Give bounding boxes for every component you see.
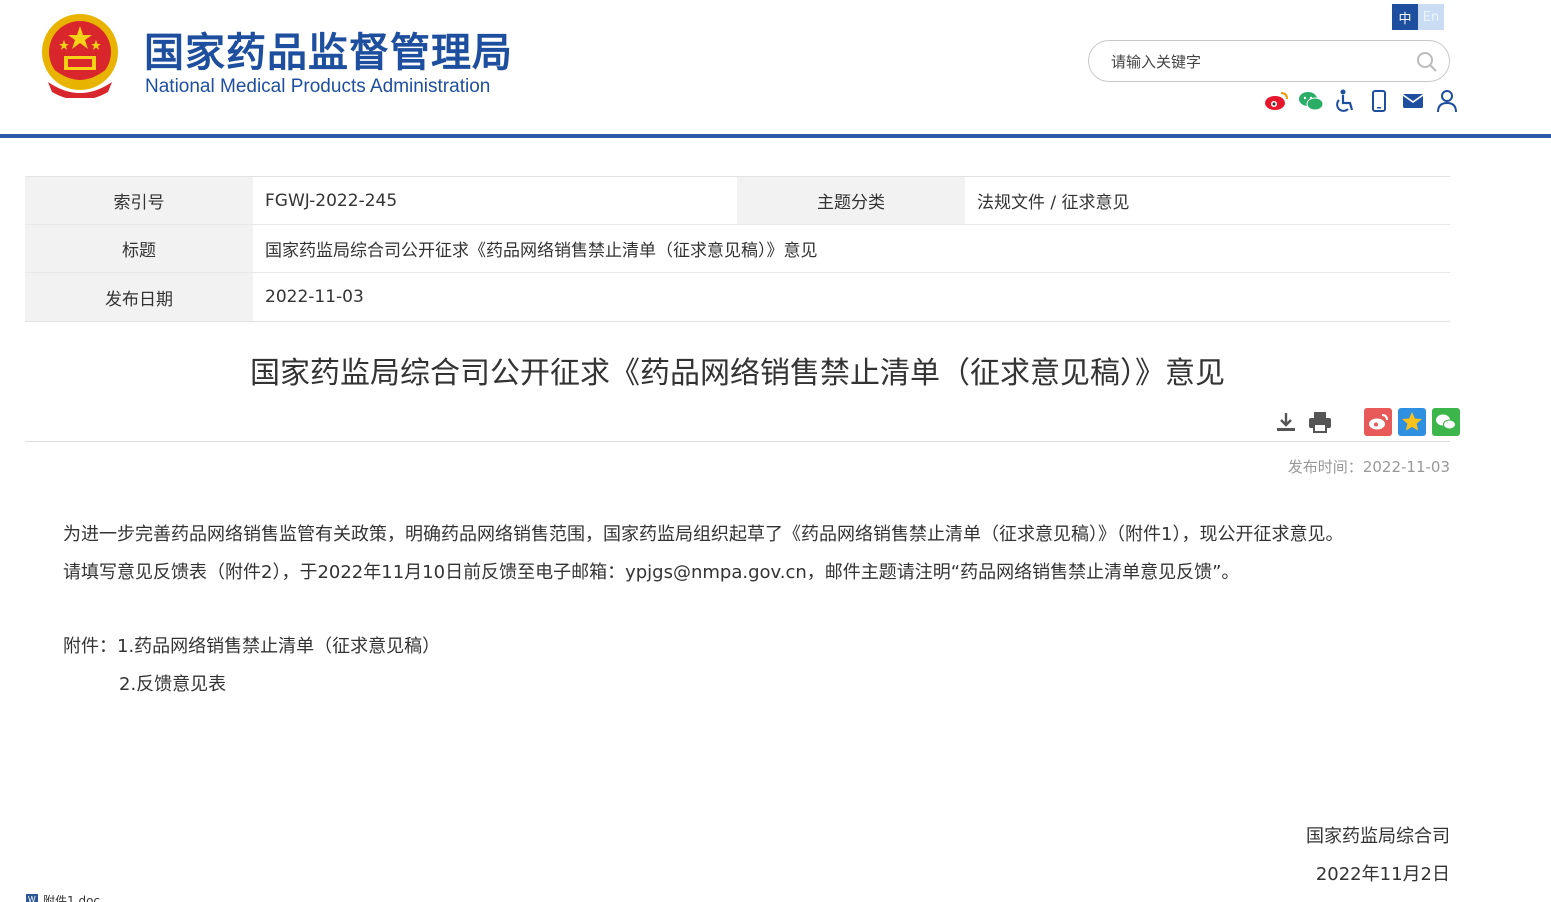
print-icon[interactable] [1306,408,1334,436]
header-divider [0,134,1551,138]
signature-org: 国家药监局综合司 [1306,826,1450,847]
publish-date-value: 2022-11-03 [265,287,364,307]
accessibility-icon[interactable] [1332,88,1358,114]
publish-time: 发布时间：2022-11-03 [1200,456,1450,477]
wechat-icon[interactable] [1298,88,1324,114]
share-favorite-icon[interactable] [1398,408,1426,436]
language-switch: 中 En [1392,4,1444,30]
index-number-value: FGWJ-2022-245 [265,190,398,211]
attachment-item-2: 2.反馈意见表 [63,666,440,704]
lang-english-button[interactable]: En [1418,4,1444,30]
site-title-chinese[interactable]: 国家药品监督管理局 [144,20,513,78]
title-divider [25,441,1450,442]
document-info-table: 索引号 FGWJ-2022-245 主题分类 法规文件 / 征求意见 标题 国家… [25,176,1450,322]
site-title-english[interactable]: National Medical Products Administration [145,76,490,98]
attachment-item-1: 附件：1.药品网络销售禁止清单（征求意见稿） [63,628,440,666]
paragraph-line-2: 请填写意见反馈表（附件2），于2022年11月10日前反馈至电子邮箱：ypjgs… [63,562,1240,583]
national-emblem-logo[interactable] [38,12,122,100]
share-wechat-icon[interactable] [1432,408,1460,436]
mail-icon[interactable] [1400,88,1426,114]
attachments-list: 附件：1.药品网络销售禁止清单（征求意见稿） 2.反馈意见表 [63,628,440,704]
paragraph-line-1: 为进一步完善药品网络销售监管有关政策，明确药品网络销售范围，国家药监局组织起草了… [63,524,1344,545]
user-icon[interactable] [1434,88,1460,114]
mobile-icon[interactable] [1366,88,1392,114]
share-toolbar [1272,408,1460,436]
title-label: 标题 [25,225,253,272]
attachment-2-text: 2.反馈意见表 [119,674,227,695]
index-number-label: 索引号 [25,177,253,224]
attachments-label: 附件： [63,636,117,657]
svg-text:W: W [28,895,36,902]
category-value: 法规文件 / 征求意见 [977,193,1130,213]
article-title: 国家药监局综合司公开征求《药品网络销售禁止清单（征求意见稿）》意见 [250,356,1225,391]
article-body: 为进一步完善药品网络销售监管有关政策，明确药品网络销售范围，国家药监局组织起草了… [63,516,1463,592]
site-header: 国家药品监督管理局 National Medical Products Admi… [0,0,1551,140]
info-row-title: 标题 国家药监局综合司公开征求《药品网络销售禁止清单（征求意见稿）》意见 [25,225,1450,273]
attachment-file-link[interactable]: W 附件1.doc [25,892,100,902]
signature-date: 2022年11月2日 [1315,864,1450,885]
publish-time-label: 发布时间： [1287,458,1363,476]
category-label: 主题分类 [737,177,965,224]
info-row-index: 索引号 FGWJ-2022-245 主题分类 法规文件 / 征求意见 [25,177,1450,225]
signature-block: 国家药监局综合司 2022年11月2日 [1150,818,1450,894]
lang-chinese-button[interactable]: 中 [1392,4,1418,30]
publish-date-label: 发布日期 [25,273,253,321]
info-row-date: 发布日期 2022-11-03 [25,273,1450,321]
download-icon[interactable] [1272,408,1300,436]
header-tool-icons [1264,88,1460,114]
search-icon[interactable] [1415,50,1439,74]
weibo-icon[interactable] [1264,88,1290,114]
title-value: 国家药监局综合司公开征求《药品网络销售禁止清单（征求意见稿）》意见 [265,241,818,261]
attachment-file-name[interactable]: 附件1.doc [43,892,100,902]
search-input[interactable] [1111,50,1401,74]
attachment-1-text: 1.药品网络销售禁止清单（征求意见稿） [117,636,441,657]
publish-time-value: 2022-11-03 [1362,458,1450,476]
doc-file-icon: W [25,893,39,902]
share-weibo-icon[interactable] [1364,408,1392,436]
search-box [1088,40,1450,82]
